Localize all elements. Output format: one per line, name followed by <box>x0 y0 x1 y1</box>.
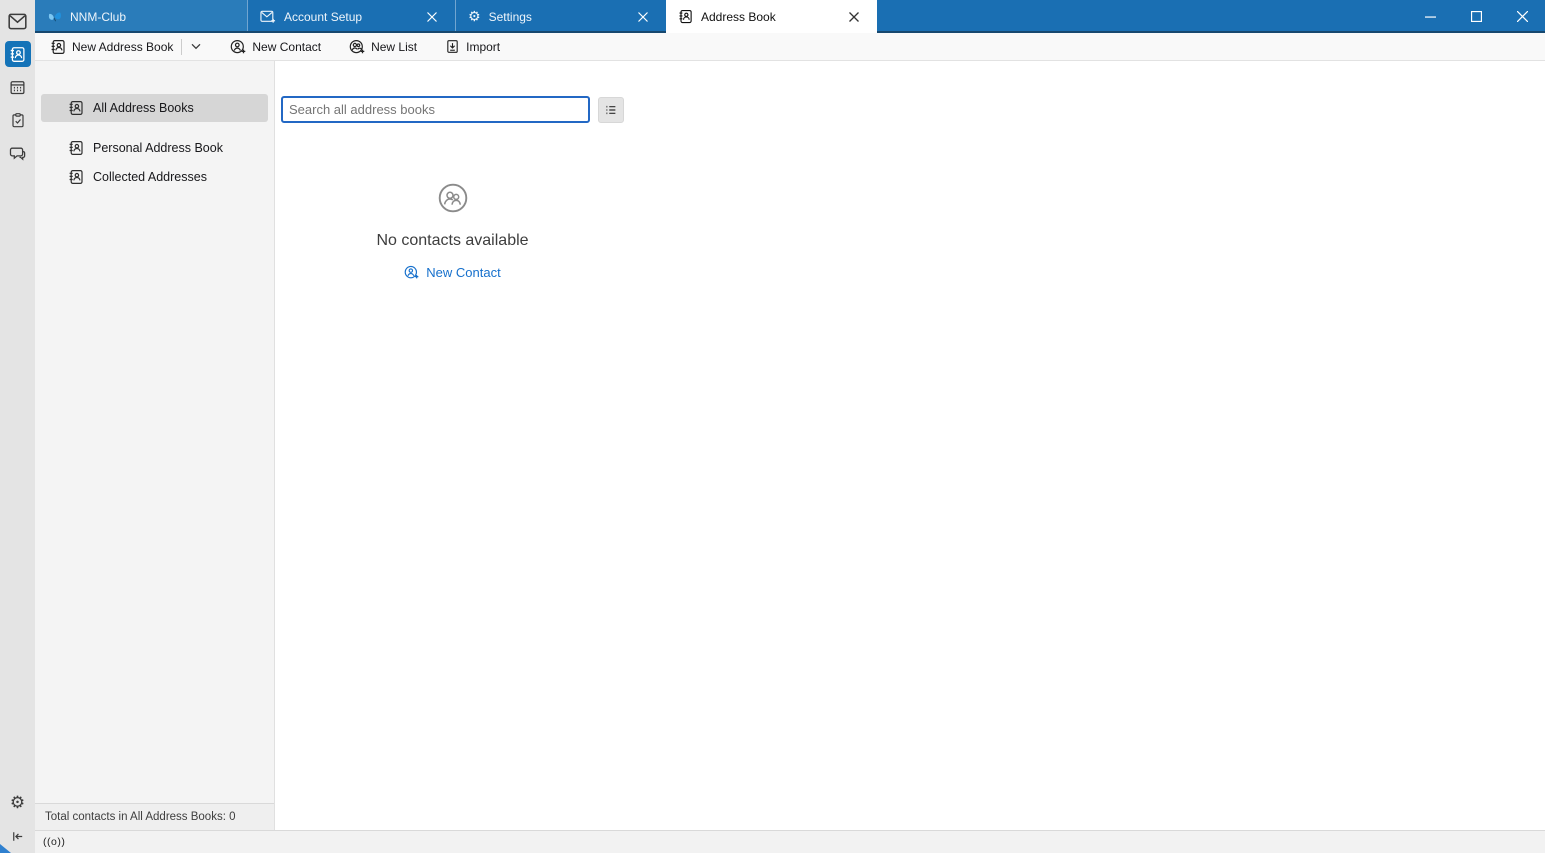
search-row <box>281 96 630 123</box>
person-plus-icon <box>230 39 246 55</box>
address-book-icon <box>68 100 84 116</box>
new-address-book-button[interactable]: New Address Book <box>43 36 180 58</box>
tasks-space-button[interactable] <box>5 107 31 133</box>
minimize-button[interactable] <box>1407 0 1453 33</box>
calendar-icon <box>9 79 26 96</box>
new-contact-link-label: New Contact <box>426 265 501 280</box>
new-contact-button[interactable]: New Contact <box>223 36 328 58</box>
close-tab-icon[interactable] <box>421 6 443 28</box>
tab-nnm-club[interactable]: NNM-Club <box>35 0 247 33</box>
toolbar-divider <box>181 38 183 55</box>
new-contact-label: New Contact <box>252 39 322 54</box>
display-options-button[interactable] <box>598 96 624 123</box>
address-books-list: All Address Books Personal Address Book <box>35 61 274 803</box>
content-area: All Address Books Personal Address Book <box>35 61 1545 830</box>
sidebar-item-label: Personal Address Book <box>93 141 223 155</box>
contacts-list-pane: No contacts available New Contact <box>275 61 630 280</box>
spaces-settings-button[interactable]: ⚙ <box>5 790 31 816</box>
close-tab-icon[interactable] <box>843 6 865 28</box>
import-icon <box>445 39 460 54</box>
new-list-button[interactable]: New List <box>342 36 424 58</box>
tab-settings[interactable]: ⚙ Settings <box>455 0 666 33</box>
import-label: Import <box>466 39 501 54</box>
thunderbird-window: ⚙ NNM-Club Account Setup ⚙ Settings Addr… <box>0 0 1545 853</box>
gear-icon: ⚙ <box>468 8 481 25</box>
contacts-count-text: Total contacts in All Address Books: 0 <box>45 811 236 823</box>
main-column: NNM-Club Account Setup ⚙ Settings Addres… <box>35 0 1545 853</box>
window-controls <box>1407 0 1545 33</box>
close-window-button[interactable] <box>1499 0 1545 33</box>
chat-icon <box>9 145 26 162</box>
search-input[interactable] <box>281 96 590 123</box>
address-book-space-button[interactable] <box>4 41 31 67</box>
account-setup-icon <box>260 10 276 24</box>
nnm-club-favicon <box>47 10 62 24</box>
collapse-icon <box>10 829 25 844</box>
tab-label: Settings <box>488 9 532 24</box>
tab-account-setup[interactable]: Account Setup <box>247 0 455 33</box>
tab-address-book[interactable]: Address Book <box>666 0 877 33</box>
maximize-button[interactable] <box>1453 0 1499 33</box>
new-list-label: New List <box>371 39 418 54</box>
address-book-icon <box>678 9 693 24</box>
address-book-icon <box>68 169 84 185</box>
corner-notification-wedge <box>0 844 11 853</box>
sort-list-icon <box>604 103 618 117</box>
address-book-plus-icon <box>50 39 66 55</box>
chat-space-button[interactable] <box>5 140 31 166</box>
mail-space-button[interactable] <box>5 8 31 34</box>
spaces-toolbar: ⚙ <box>0 0 35 853</box>
close-tab-icon[interactable] <box>632 6 654 28</box>
address-books-sidebar: All Address Books Personal Address Book <box>35 61 275 830</box>
import-button[interactable]: Import <box>438 36 507 57</box>
status-bar: ((o)) <box>35 830 1545 853</box>
tab-bar: NNM-Club Account Setup ⚙ Settings Addres… <box>35 0 1545 33</box>
address-book-icon <box>68 140 84 156</box>
person-plus-icon <box>404 265 419 280</box>
tab-label: NNM-Club <box>70 9 127 24</box>
tab-label: Address Book <box>701 9 776 24</box>
sidebar-item-label: All Address Books <box>93 101 194 115</box>
activity-indicator-icon[interactable]: ((o)) <box>43 836 65 848</box>
new-contact-link[interactable]: New Contact <box>404 265 501 280</box>
new-address-book-label: New Address Book <box>72 39 174 54</box>
sidebar-item-all-address-books[interactable]: All Address Books <box>41 94 268 122</box>
people-plus-icon <box>349 39 365 55</box>
calendar-space-button[interactable] <box>5 74 31 100</box>
mail-icon <box>8 13 27 30</box>
gear-icon: ⚙ <box>9 792 26 813</box>
sidebar-item-personal-address-book[interactable]: Personal Address Book <box>41 134 268 162</box>
sidebar-item-collected-addresses[interactable]: Collected Addresses <box>41 163 268 191</box>
sidebar-item-label: Collected Addresses <box>93 170 207 184</box>
contacts-circle-icon <box>438 183 468 213</box>
tab-label: Account Setup <box>284 9 363 24</box>
contacts-count-footer: Total contacts in All Address Books: 0 <box>35 803 274 830</box>
address-book-icon <box>9 46 26 63</box>
empty-state-message: No contacts available <box>376 232 529 249</box>
empty-state: No contacts available New Contact <box>275 183 630 280</box>
tasks-icon <box>10 112 26 129</box>
address-book-toolbar: New Address Book New Contact New List Im… <box>35 33 1545 61</box>
new-address-book-dropdown[interactable] <box>183 39 209 54</box>
contacts-pane: No contacts available New Contact <box>275 61 1545 830</box>
